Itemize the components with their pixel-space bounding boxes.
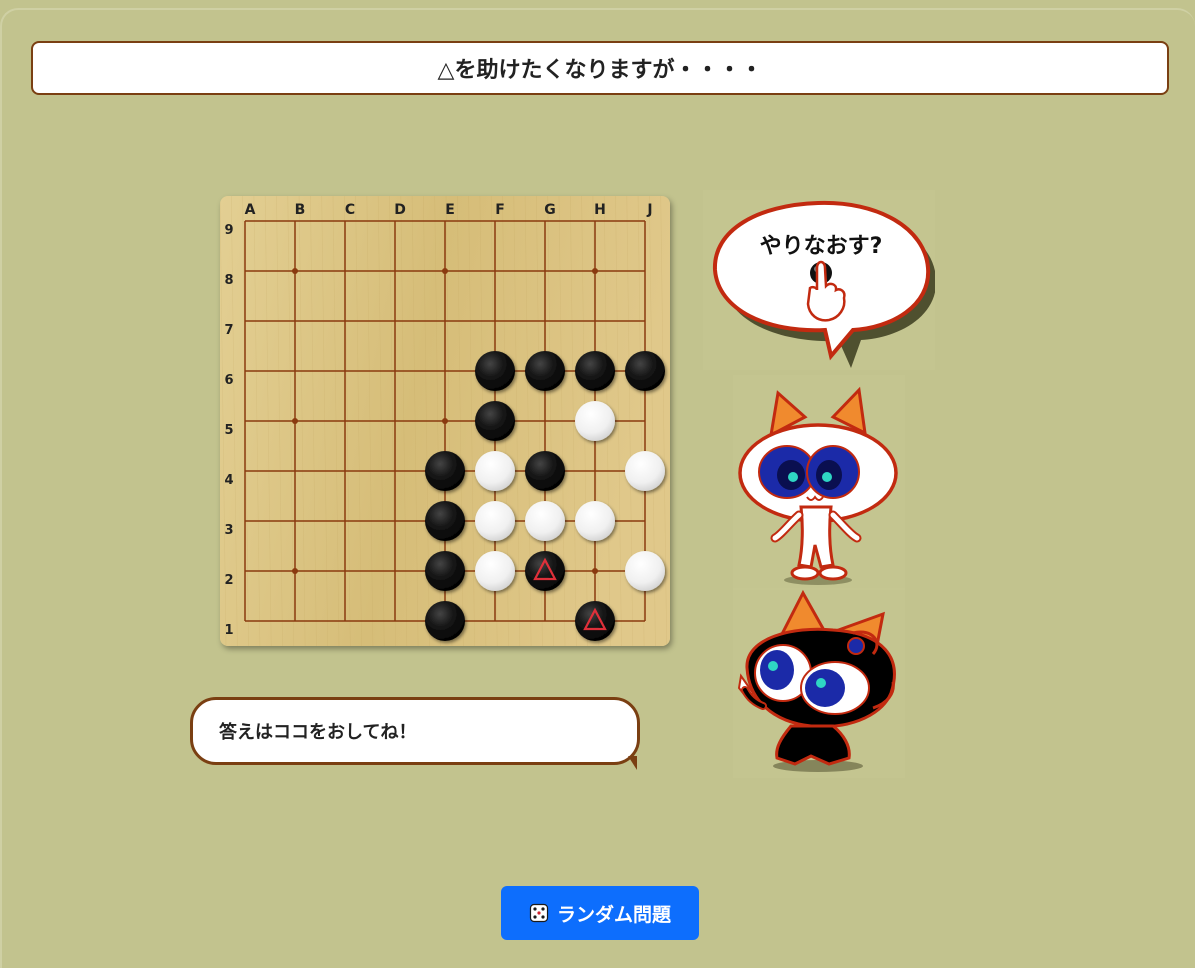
column-label: H: [594, 202, 606, 218]
column-label: G: [544, 202, 556, 218]
random-problem-button[interactable]: ランダム問題: [501, 886, 699, 940]
black-stone: [525, 551, 565, 591]
star-point: [292, 418, 298, 424]
answer-bubble-button[interactable]: 答えはココをおしてね！: [190, 697, 640, 765]
black-stone: [475, 401, 515, 441]
dice-icon: [529, 903, 549, 923]
star-point: [292, 268, 298, 274]
black-cat-illustration: [733, 588, 905, 778]
star-point: [592, 568, 598, 574]
column-label: D: [394, 202, 406, 218]
column-label: J: [646, 202, 652, 218]
go-board-svg[interactable]: A B C D E F G H J 9 8 7 6 5 4 3 2 1: [220, 196, 670, 646]
row-label: 4: [224, 473, 233, 488]
column-label: E: [445, 202, 455, 218]
black-stone: [475, 351, 515, 391]
white-stone: [475, 451, 515, 491]
column-label: A: [245, 202, 256, 218]
row-label: 1: [224, 623, 233, 638]
black-stone: [525, 351, 565, 391]
white-stone: [525, 501, 565, 541]
white-stone: [575, 401, 615, 441]
problem-title: △を助けたくなりますが・・・・: [31, 41, 1169, 95]
black-cat-character: [733, 588, 905, 778]
star-point: [592, 268, 598, 274]
black-stone: [425, 551, 465, 591]
answer-bubble-text: 答えはココをおしてね！: [219, 722, 417, 743]
white-stone: [475, 501, 515, 541]
row-label: 6: [224, 373, 233, 388]
row-label: 9: [224, 223, 233, 238]
row-label: 5: [224, 423, 233, 438]
white-stone: [625, 451, 665, 491]
random-problem-label: ランダム問題: [556, 903, 671, 926]
column-label: B: [295, 202, 306, 218]
white-stone: [575, 501, 615, 541]
black-stone: [425, 501, 465, 541]
column-label: F: [495, 202, 505, 218]
retry-bubble-button[interactable]: やりなおす?: [703, 190, 937, 370]
black-stone: [525, 451, 565, 491]
problem-title-text: △を助けたくなりますが・・・・: [437, 58, 763, 83]
row-label: 2: [224, 573, 233, 588]
star-point: [442, 418, 448, 424]
retry-bubble-graphic: やりなおす?: [703, 190, 937, 370]
white-cat-character: [733, 375, 905, 590]
row-label: 8: [224, 273, 233, 288]
answer-bubble-tail: [628, 756, 637, 770]
black-stone: [625, 351, 665, 391]
white-stone: [475, 551, 515, 591]
row-label: 3: [224, 523, 233, 538]
white-cat-illustration: [733, 375, 905, 590]
white-stone: [625, 551, 665, 591]
star-point: [292, 568, 298, 574]
black-stone: [575, 601, 615, 641]
row-label: 7: [224, 323, 233, 338]
retry-bubble-text: やりなおす?: [760, 234, 883, 259]
black-stone: [425, 451, 465, 491]
star-point: [442, 268, 448, 274]
black-stone: [575, 351, 615, 391]
go-board[interactable]: A B C D E F G H J 9 8 7 6 5 4 3 2 1: [220, 196, 670, 646]
black-stone: [425, 601, 465, 641]
column-label: C: [345, 202, 355, 218]
